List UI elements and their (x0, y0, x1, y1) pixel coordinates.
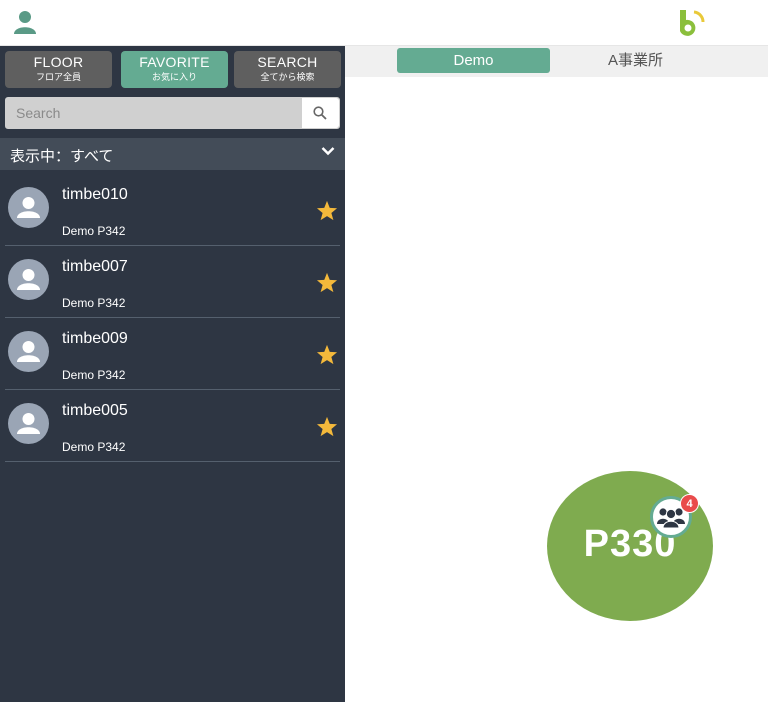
avatar (8, 187, 49, 228)
user-list: timbe010 Demo P342 timbe007 Demo P342 ti… (0, 174, 345, 462)
user-avatar-icon (17, 413, 40, 434)
user-avatar-icon (17, 197, 40, 218)
list-item[interactable]: timbe010 Demo P342 (5, 174, 340, 246)
floor-mode-sublabel: フロア全員 (35, 72, 81, 82)
room-label: P330 (583, 523, 677, 565)
floor-mode-label: FLOOR (33, 54, 84, 70)
favorite-mode-label: FAVORITE (139, 54, 210, 70)
user-name: timbe010 (62, 186, 128, 203)
list-item[interactable]: timbe009 Demo P342 (5, 318, 340, 390)
filter-dropdown[interactable]: 表示中：すべて (0, 138, 345, 170)
tab-demo[interactable]: Demo (397, 48, 550, 73)
star-icon[interactable] (316, 416, 338, 437)
search-button[interactable] (302, 98, 339, 128)
user-location: Demo P342 (62, 224, 126, 238)
sidebar: FLOOR フロア全員 FAVORITE お気に入り SEARCH 全てから検索… (0, 46, 345, 702)
user-name: timbe007 (62, 258, 128, 275)
avatar (8, 331, 49, 372)
star-icon[interactable] (316, 200, 338, 221)
user-avatar-icon (17, 341, 40, 362)
floor-tabs: Demo A事業所 (345, 46, 768, 77)
search-mode-label: SEARCH (257, 54, 318, 70)
top-bar (0, 0, 768, 46)
user-location: Demo P342 (62, 296, 126, 310)
floor-map: Demo A事業所 P330 4 (345, 46, 768, 702)
user-icon[interactable] (12, 9, 38, 35)
chevron-down-icon (321, 147, 335, 156)
star-icon[interactable] (316, 344, 338, 365)
user-avatar-icon (17, 269, 40, 290)
avatar (8, 403, 49, 444)
search-input[interactable] (5, 97, 302, 129)
search-box (5, 97, 340, 129)
user-location: Demo P342 (62, 368, 126, 382)
user-location: Demo P342 (62, 440, 126, 454)
favorite-mode-sublabel: お気に入り (151, 72, 197, 82)
search-mode-sublabel: 全てから検索 (260, 72, 315, 82)
floor-mode-button[interactable]: FLOOR フロア全員 (5, 51, 112, 88)
user-name: timbe009 (62, 330, 128, 347)
search-icon (313, 106, 327, 120)
search-mode-button[interactable]: SEARCH 全てから検索 (234, 51, 341, 88)
star-icon[interactable] (316, 272, 338, 293)
user-name: timbe005 (62, 402, 128, 419)
group-count-badge: 4 (680, 494, 699, 513)
favorite-mode-button[interactable]: FAVORITE お気に入り (121, 51, 228, 88)
app-logo-icon (676, 7, 706, 37)
filter-label: 表示中：すべて (10, 148, 114, 165)
tab-a-office[interactable]: A事業所 (559, 48, 712, 73)
list-item[interactable]: timbe005 Demo P342 (5, 390, 340, 462)
list-item[interactable]: timbe007 Demo P342 (5, 246, 340, 318)
avatar (8, 259, 49, 300)
